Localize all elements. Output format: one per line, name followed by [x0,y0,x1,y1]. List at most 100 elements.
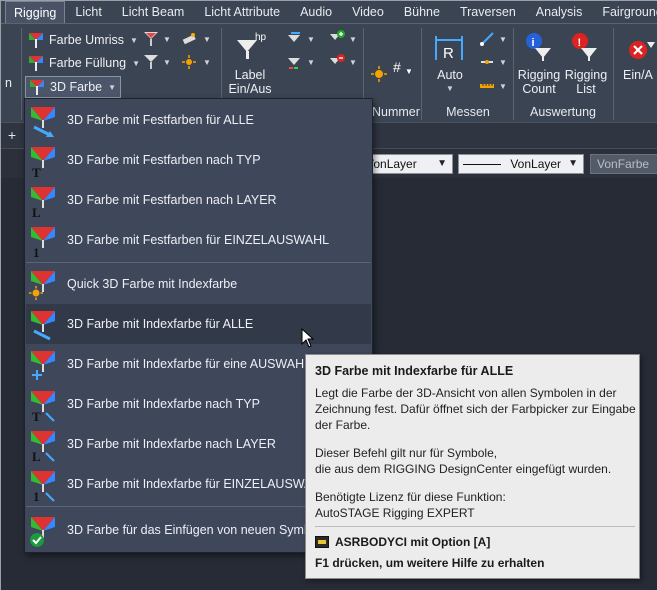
3d-color-index-t-icon: T [28,385,58,424]
light-color-icon[interactable] [143,31,159,47]
svg-text:T: T [32,165,41,179]
tooltip-command-text: ASRBODYCI mit Option [A] [335,535,491,549]
rigging-list-line2: List [576,82,596,96]
3d-color-arrow-icon [28,101,58,139]
layer-combo[interactable]: VonLayer ▼ [361,154,453,174]
tab-rigging[interactable]: Rigging [5,1,66,23]
tab-fairground[interactable]: Fairground [592,1,657,23]
eraser-icon[interactable] [181,31,197,47]
chevron-down-icon: ▼ [130,35,138,45]
3d-color-icon [28,78,46,96]
measure-distance-icon[interactable] [479,54,495,70]
color-combo[interactable]: VonFarbe [590,154,657,174]
chevron-down-icon[interactable]: ▼ [307,35,315,44]
linetype-combo[interactable]: VonLayer ▼ [458,154,584,174]
menu-separator [26,262,371,263]
chevron-down-icon[interactable]: ▼ [163,58,171,67]
chevron-down-icon[interactable]: ▼ [499,58,507,67]
farbe-fuellung-button[interactable]: Farbe Füllung ▼ [27,52,140,74]
rigging-count-line2: Count [522,82,556,96]
tooltip-help: F1 drücken, um weitere Hilfe zu erhalten [315,556,545,570]
chevron-down-icon: ▼ [132,58,141,68]
measure-auto-icon[interactable]: R [433,32,465,64]
command-line-icon [315,536,329,548]
tab-video[interactable]: Video [342,1,394,23]
3d-farbe-label: 3D Farbe [50,80,103,94]
label-color-icon[interactable] [287,54,303,70]
chevron-down-icon[interactable]: ▼ [163,35,171,44]
tooltip-desc-line2: Zeichnung fest. Dafür öffnet sich der Fa… [315,402,636,416]
3d-color-t-icon: T [28,141,58,180]
chevron-down-icon[interactable]: ▼ [203,35,211,44]
svg-text:i: i [532,37,535,49]
chevron-down-icon[interactable]: ▼ [307,58,315,67]
menu-item-festfarben-typ[interactable]: T 3D Farbe mit Festfarben nach TYP [26,140,371,180]
chevron-down-icon[interactable]: ▼ [446,84,454,93]
label-ein-aus-line2: Ein/Aus [228,82,272,96]
chevron-down-icon[interactable]: ▼ [349,58,357,67]
ein-aus-icon[interactable] [627,36,655,64]
chevron-down-icon[interactable]: ▼ [349,35,357,44]
light-fill-icon[interactable] [143,54,159,70]
menu-item-festfarben-einzelauswahl[interactable]: 1 3D Farbe mit Festfarben für EINZELAUSW… [26,220,371,260]
menu-item-label: 3D Farbe mit Festfarben nach LAYER [67,193,277,207]
tooltip-title: 3D Farbe mit Indexfarbe für ALLE [315,364,514,378]
cut-label: n [5,76,12,90]
menu-item-indexfarbe-alle[interactable]: 3D Farbe mit Indexfarbe für ALLE [26,304,371,344]
menu-item-label: 3D Farbe mit Indexfarbe für eine AUSWAHL [67,357,312,371]
tab-audio[interactable]: Audio [290,1,342,23]
tab-licht-beam[interactable]: Licht Beam [112,1,195,23]
ribbon-tab-bar: Rigging Licht Licht Beam Licht Attribute… [1,1,657,24]
tab-traversen[interactable]: Traversen [450,1,526,23]
chevron-down-icon[interactable]: ▼ [203,58,211,67]
tab-licht[interactable]: Licht [65,1,111,23]
3d-color-index-icon [28,305,58,343]
svg-text:▼: ▼ [405,67,411,76]
linetype-combo-value: VonLayer [510,157,562,171]
add-tab-icon[interactable]: + [5,128,19,142]
tab-buehne[interactable]: Bühne [394,1,450,23]
command-tooltip: 3D Farbe mit Indexfarbe für ALLE Legt di… [305,354,640,579]
ein-aus-label: Ein/A [623,68,653,82]
tooltip-command: ASRBODYCI mit Option [A] [315,533,490,551]
svg-text:R: R [443,45,454,62]
measure-line-icon[interactable] [479,31,495,47]
label-toggle-icon[interactable]: hp [233,30,269,62]
tooltip-divider [315,526,635,527]
add-green-icon[interactable] [329,30,345,46]
menu-item-label: 3D Farbe mit Indexfarbe nach LAYER [67,437,276,451]
auto-label: Auto [437,68,463,82]
line-sample [463,164,501,166]
tooltip-license-line2: AutoSTAGE Rigging EXPERT [315,506,475,520]
chevron-down-icon[interactable]: ▼ [499,35,507,44]
3d-color-l-icon: L [28,181,58,220]
3d-color-check-icon [28,511,58,549]
divider [513,28,514,120]
label-style-icon[interactable] [287,31,303,47]
tooltip-desc-line3: der Farbe. [315,418,371,432]
svg-text:L: L [32,449,41,463]
3d-color-index-l-icon: L [28,425,58,464]
tab-analysis[interactable]: Analysis [526,1,593,23]
farbe-umriss-button[interactable]: Farbe Umriss ▼ [27,29,138,51]
tab-licht-attribute[interactable]: Licht Attribute [194,1,290,23]
sparkle-icon[interactable] [181,54,197,70]
svg-text:!: ! [578,37,582,49]
svg-text:T: T [32,409,41,423]
remove-red-icon[interactable] [329,54,345,70]
3d-farbe-button[interactable]: 3D Farbe ▼ [25,76,122,98]
rigging-list-icon[interactable]: ! [571,32,599,62]
svg-text:L: L [32,205,41,219]
rigging-count-icon[interactable]: i [525,32,553,62]
menu-item-festfarben-layer[interactable]: L 3D Farbe mit Festfarben nach LAYER [26,180,371,220]
svg-text:1: 1 [33,489,40,503]
menu-item-label: 3D Farbe mit Indexfarbe für ALLE [67,317,254,331]
chevron-down-icon[interactable]: ▼ [499,82,507,91]
farbe-fuellung-label: Farbe Füllung [49,56,127,70]
measure-ruler-icon[interactable] [479,78,495,94]
menu-item-label: 3D Farbe mit Festfarben nach TYP [67,153,261,167]
svg-text:hp: hp [255,32,267,43]
number-icon[interactable]: # ▼ [371,59,413,88]
menu-item-festfarben-alle[interactable]: 3D Farbe mit Festfarben für ALLE [26,100,371,140]
menu-item-quick-indexfarbe[interactable]: Quick 3D Farbe mit Indexfarbe [26,264,371,304]
